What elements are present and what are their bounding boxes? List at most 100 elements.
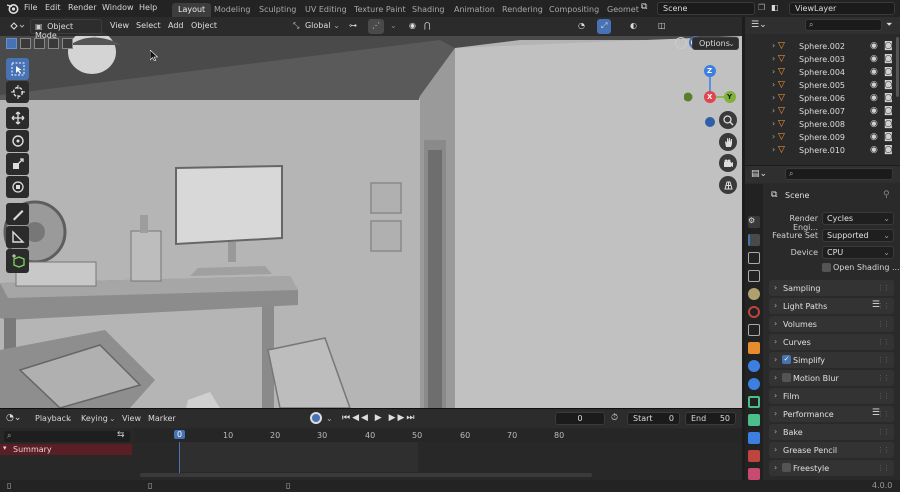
open-shading-checkbox[interactable]: [822, 263, 831, 272]
drag-handle-icon[interactable]: ⋮⋮: [877, 284, 890, 292]
outliner-row[interactable]: › ▽ Sphere.006 ◉ ◙: [745, 92, 900, 105]
panel-curves[interactable]: › Curves ⋮⋮: [769, 334, 894, 350]
end-frame-field[interactable]: End 50: [685, 412, 736, 425]
timeline-search-input[interactable]: ⌕: [4, 431, 130, 442]
tab-layout[interactable]: Layout: [172, 3, 212, 17]
eye-icon[interactable]: ◉: [870, 132, 878, 142]
tab-uv-editing[interactable]: UV Editing: [299, 3, 353, 17]
panel-motion-blur[interactable]: › Motion Blur ⋮⋮: [769, 370, 894, 386]
rotate-tool[interactable]: [6, 130, 29, 152]
freestyle-checkbox[interactable]: [782, 463, 791, 472]
summary-channel[interactable]: ▾ Summary: [0, 444, 132, 455]
physics-tab-icon[interactable]: [748, 396, 760, 408]
outliner-editor-type-icon[interactable]: ☰⌄: [751, 20, 767, 30]
start-frame-field[interactable]: Start 0: [627, 412, 680, 425]
camera-icon[interactable]: ◙: [884, 67, 893, 77]
eye-icon[interactable]: ◉: [870, 80, 878, 90]
panel-volumes[interactable]: › Volumes ⋮⋮: [769, 316, 894, 332]
constraints-tab-icon[interactable]: [748, 414, 760, 426]
tab-rendering[interactable]: Rendering: [496, 3, 549, 17]
collection-tab-icon[interactable]: [748, 324, 760, 336]
expand-arrow-icon[interactable]: ›: [772, 80, 775, 89]
outliner-row[interactable]: › ▽ Sphere.009 ◉ ◙: [745, 131, 900, 144]
particles-tab-icon[interactable]: [748, 378, 760, 390]
tab-modeling[interactable]: Modeling: [208, 3, 256, 17]
mode-selector[interactable]: ▣ Object Mode ⌄: [30, 19, 102, 40]
options-button[interactable]: Options ⌄: [692, 37, 739, 50]
expand-arrow-icon[interactable]: ›: [772, 145, 775, 154]
view-layer-selector[interactable]: ViewLayer: [789, 2, 895, 15]
wireframe-shading-icon[interactable]: [675, 37, 687, 49]
eye-icon[interactable]: ◉: [870, 106, 878, 116]
expand-arrow-icon[interactable]: ›: [772, 119, 775, 128]
current-frame-field[interactable]: 0: [555, 412, 605, 425]
tool-tab-icon[interactable]: ⚙: [748, 216, 760, 228]
overlay-icon[interactable]: ◐: [626, 19, 644, 34]
3d-viewport[interactable]: Z X Y: [0, 17, 742, 408]
material-tab-icon[interactable]: [748, 450, 760, 462]
auto-keying-icon[interactable]: [310, 412, 322, 424]
xray-icon[interactable]: ◫: [654, 19, 668, 34]
menu-edit[interactable]: Edit: [45, 3, 61, 12]
outliner[interactable]: ☰⌄ ⌕ ⏷ › ▽ Sphere.002 ◉ ◙ › ▽ Sphere.003…: [745, 17, 900, 165]
drag-handle-icon[interactable]: ⋮⋮: [877, 446, 890, 454]
playhead-line[interactable]: [179, 442, 180, 475]
simplify-checkbox[interactable]: ✓: [782, 355, 791, 364]
menu-render[interactable]: Render: [68, 3, 96, 12]
properties-search-input[interactable]: ⌕: [785, 168, 893, 180]
camera-icon[interactable]: ◙: [884, 106, 893, 116]
select-intersect-icon[interactable]: [62, 38, 73, 49]
perspective-grid-icon[interactable]: [719, 176, 737, 194]
menu-file[interactable]: File: [24, 3, 37, 12]
pan-hand-icon[interactable]: [719, 133, 737, 151]
eye-icon[interactable]: ◉: [870, 41, 878, 51]
outliner-scrollbar[interactable]: [896, 37, 899, 97]
camera-icon[interactable]: ◙: [884, 145, 893, 155]
expand-arrow-icon[interactable]: ›: [772, 132, 775, 141]
drag-handle-icon[interactable]: ⋮⋮: [877, 428, 890, 436]
timeline-menu-view[interactable]: View: [122, 414, 141, 423]
move-tool[interactable]: [6, 107, 29, 129]
select-extend-icon[interactable]: [20, 38, 31, 49]
select-box-tool[interactable]: [6, 58, 29, 80]
object-tab-icon[interactable]: [748, 342, 760, 354]
menu-help[interactable]: Help: [139, 3, 157, 12]
expand-arrow-icon[interactable]: ›: [772, 106, 775, 115]
drag-handle-icon[interactable]: ⋮⋮: [877, 464, 890, 472]
tab-sculpting[interactable]: Sculpting: [253, 3, 302, 17]
view-layer-icon[interactable]: ◧: [771, 3, 779, 12]
playhead-frame-label[interactable]: 0: [174, 430, 186, 439]
panel-simplify[interactable]: › ✓ Simplify ⋮⋮: [769, 352, 894, 368]
timeline-scrollbar[interactable]: [140, 473, 592, 477]
timeline-editor-type-icon[interactable]: ◔⌄: [6, 413, 24, 425]
tab-shading[interactable]: Shading: [406, 3, 451, 17]
camera-icon[interactable]: ◙: [884, 119, 893, 129]
transform-orientation-selector[interactable]: ⤡ Global ⌄: [289, 19, 341, 34]
outliner-search-input[interactable]: ⌕: [805, 19, 882, 31]
expand-arrow-icon[interactable]: ›: [772, 67, 775, 76]
editor-type-icon[interactable]: [5, 19, 27, 34]
outliner-row[interactable]: › ▽ Sphere.007 ◉ ◙: [745, 105, 900, 118]
outliner-row[interactable]: › ▽ Sphere.005 ◉ ◙: [745, 79, 900, 92]
camera-icon[interactable]: ◙: [884, 80, 893, 90]
feature-set-dropdown[interactable]: Supported ⌄: [822, 229, 894, 242]
panel-grease-pencil[interactable]: › Grease Pencil ⋮⋮: [769, 442, 894, 458]
timeline-menu-keying[interactable]: Keying: [81, 414, 108, 423]
camera-icon[interactable]: ◙: [884, 54, 893, 64]
gizmo-toggle-icon[interactable]: ⤢: [597, 19, 611, 34]
snap-settings-icon[interactable]: ⌄: [386, 19, 397, 34]
outliner-row[interactable]: › ▽ Sphere.002 ◉ ◙: [745, 40, 900, 53]
outliner-row[interactable]: › ▽ Sphere.010 ◉ ◙: [745, 144, 900, 157]
render-engine-dropdown[interactable]: Cycles ⌄: [822, 212, 894, 225]
tab-texture-paint[interactable]: Texture Paint: [348, 3, 412, 17]
select-subtract-icon[interactable]: [34, 38, 45, 49]
visibility-icon[interactable]: ◔: [574, 19, 594, 34]
scene-icon[interactable]: ⧉: [641, 2, 653, 15]
drag-handle-icon[interactable]: ⋮⋮: [877, 374, 890, 382]
panel-light-paths[interactable]: › Light Paths ☰ ⋮⋮: [769, 298, 894, 314]
drag-handle-icon[interactable]: ⋮⋮: [877, 302, 890, 310]
swap-channels-icon[interactable]: ⇆: [117, 430, 125, 440]
drag-handle-icon[interactable]: ⋮⋮: [877, 392, 890, 400]
render-tab-icon[interactable]: [748, 234, 760, 246]
expand-arrow-icon[interactable]: ›: [772, 41, 775, 50]
